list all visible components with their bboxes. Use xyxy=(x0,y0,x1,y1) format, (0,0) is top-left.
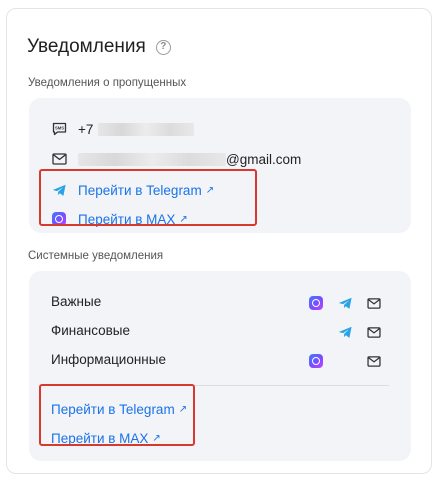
telegram-icon[interactable] xyxy=(337,295,353,311)
missed-section-label: Уведомления о пропущенных xyxy=(28,77,187,89)
system-row-label: Информационные xyxy=(51,352,166,367)
channel-icons xyxy=(308,322,388,342)
page-title: Уведомления xyxy=(27,36,146,57)
highlight-box-system-links xyxy=(39,384,195,446)
channel-icons xyxy=(308,293,388,313)
email-redacted xyxy=(78,152,226,166)
sms-icon: SMS xyxy=(51,121,67,137)
system-section-label: Системные уведомления xyxy=(28,250,164,262)
system-row-label: Важные xyxy=(51,294,102,309)
notifications-card: Уведомления ? Уведомления о пропущенных … xyxy=(6,8,432,474)
max-icon[interactable] xyxy=(308,353,324,369)
mail-icon[interactable] xyxy=(366,353,382,369)
telegram-icon[interactable] xyxy=(337,324,353,340)
max-icon[interactable] xyxy=(308,295,324,311)
phone-row: SMS +7 xyxy=(51,121,195,137)
system-row-label: Финансовые xyxy=(51,323,131,338)
card-header: Уведомления ? xyxy=(27,36,171,58)
system-row-financial: Финансовые xyxy=(51,322,391,342)
email-suffix: @gmail.com xyxy=(226,151,302,167)
highlight-box-missed-links xyxy=(39,169,257,226)
mail-icon[interactable] xyxy=(366,295,382,311)
mail-icon[interactable] xyxy=(366,324,382,340)
system-row-important: Важные xyxy=(51,293,391,313)
phone-redacted xyxy=(98,122,195,136)
mail-icon xyxy=(51,151,67,167)
channel-icons xyxy=(308,351,388,371)
system-row-informational: Информационные xyxy=(51,351,391,371)
help-icon[interactable]: ? xyxy=(155,39,171,55)
email-row: @gmail.com xyxy=(51,151,301,167)
phone-prefix: +7 xyxy=(78,121,94,137)
svg-text:SMS: SMS xyxy=(54,126,63,131)
